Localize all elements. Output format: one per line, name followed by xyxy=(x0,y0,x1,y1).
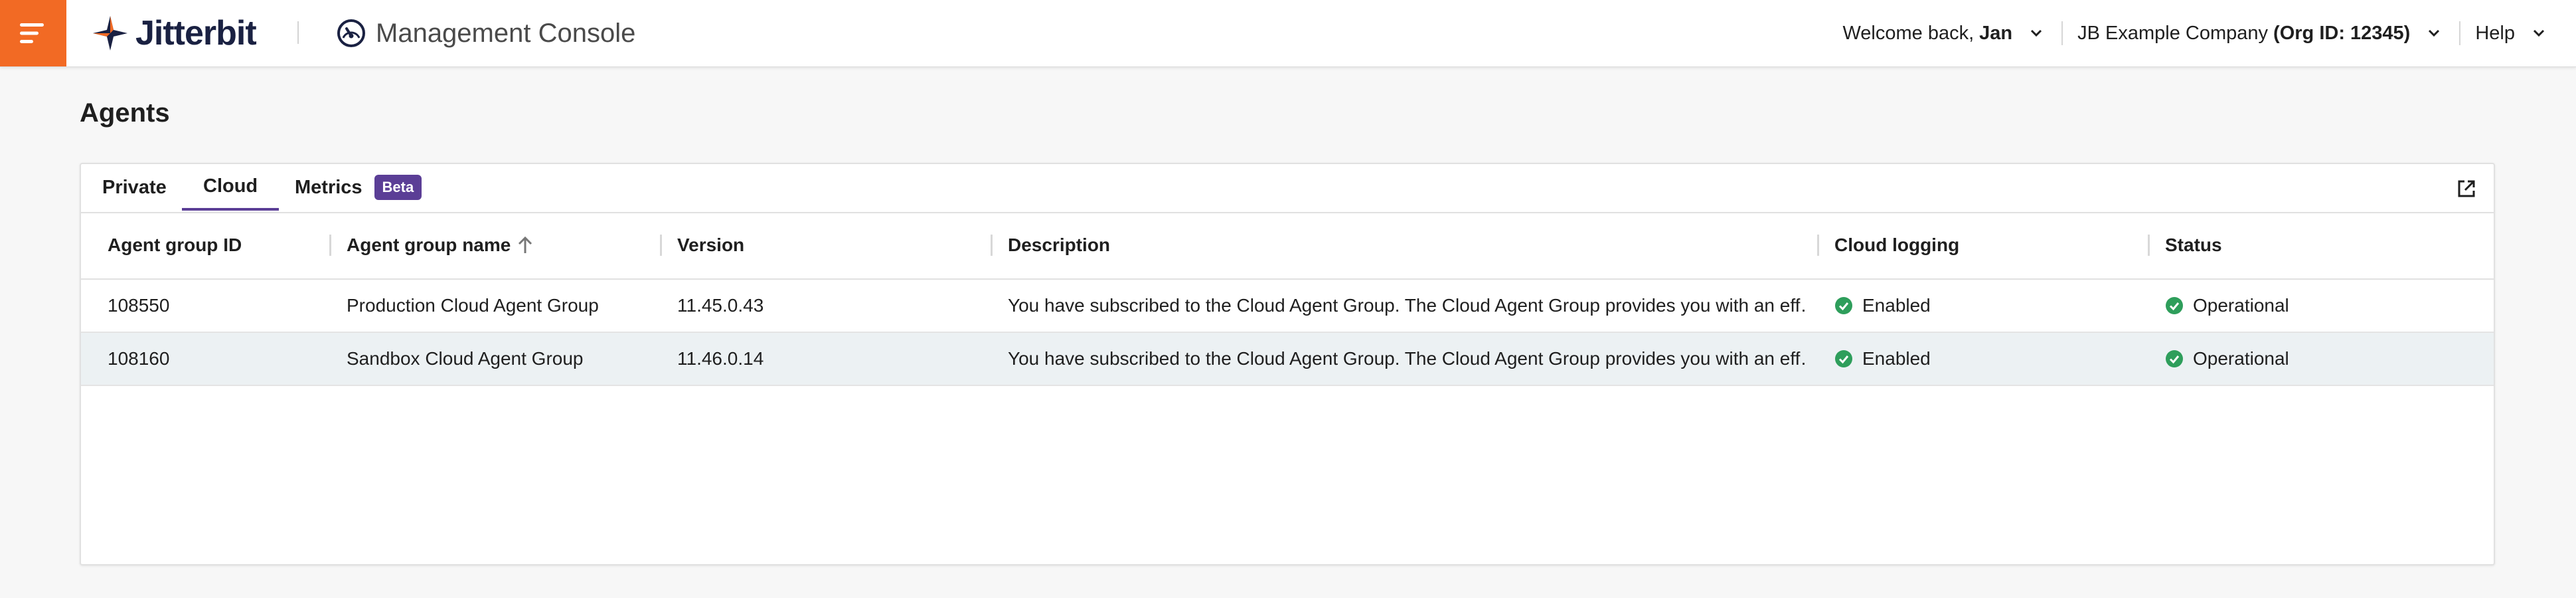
console-title: Management Console xyxy=(376,18,636,48)
sort-arrow-up-icon xyxy=(519,236,532,253)
column-header-version[interactable]: Version xyxy=(677,212,744,278)
cell-agent-group-id: 108160 xyxy=(108,348,170,369)
help-label: Help xyxy=(2475,22,2515,44)
cell-agent-group-name: Production Cloud Agent Group xyxy=(347,295,599,316)
org-menu[interactable]: JB Example Company (Org ID: 12345) xyxy=(2077,23,2445,45)
column-header-label: Cloud logging xyxy=(1834,235,1960,255)
cell-cloud-logging: Enabled xyxy=(1834,333,1931,385)
cloud-logging-value: Enabled xyxy=(1862,295,1931,316)
gauge-icon xyxy=(337,19,365,47)
status-value: Operational xyxy=(2193,348,2289,369)
chevron-down-icon xyxy=(2031,29,2042,37)
tab-private[interactable]: Private xyxy=(102,164,167,211)
column-resize-handle[interactable] xyxy=(1817,235,1819,256)
user-name: Jan xyxy=(1979,22,2013,44)
agents-card: Private Cloud Metrics Beta Agent group I… xyxy=(80,163,2495,565)
column-header-label: Status xyxy=(2165,235,2222,255)
column-resize-handle[interactable] xyxy=(660,235,662,256)
page-title: Agents xyxy=(80,98,170,128)
cell-agent-group-name: Sandbox Cloud Agent Group xyxy=(347,348,584,369)
help-menu[interactable]: Help xyxy=(2475,23,2549,45)
column-resize-handle[interactable] xyxy=(329,235,331,256)
tab-bar: Private Cloud Metrics Beta xyxy=(81,164,2494,213)
tab-cloud[interactable]: Cloud xyxy=(182,164,280,211)
column-resize-handle[interactable] xyxy=(2148,235,2150,256)
header-divider xyxy=(297,21,299,44)
cell-version: 11.46.0.14 xyxy=(677,348,764,369)
open-external-icon[interactable] xyxy=(2456,179,2476,199)
cell-status: Operational xyxy=(2165,280,2289,332)
column-header-description[interactable]: Description xyxy=(1008,212,1110,278)
main-menu-button[interactable] xyxy=(0,0,66,66)
logo-text: Jitterbit xyxy=(135,14,257,52)
check-circle-icon xyxy=(1835,350,1852,367)
chevron-down-icon xyxy=(2533,29,2545,37)
table-row[interactable]: 108160 Sandbox Cloud Agent Group 11.46.0… xyxy=(81,333,2494,386)
jitterbit-logo[interactable]: Jitterbit xyxy=(92,11,257,56)
top-header: Jitterbit Management Console Welcome bac… xyxy=(0,0,2576,67)
cell-version: 11.45.0.43 xyxy=(677,295,764,316)
tab-metrics[interactable]: Metrics Beta xyxy=(295,164,422,211)
column-header-label: Version xyxy=(677,235,745,255)
column-header-agent-group-name[interactable]: Agent group name xyxy=(347,212,533,278)
company-name: JB Example Company xyxy=(2077,22,2269,44)
tab-label: Metrics xyxy=(295,176,362,198)
user-menu[interactable]: Welcome back, Jan xyxy=(1842,23,2047,45)
jitterbit-logo-icon xyxy=(93,16,127,50)
tab-label: Cloud xyxy=(203,175,258,197)
header-separator xyxy=(2061,21,2063,45)
chevron-down-icon xyxy=(2429,29,2440,37)
console-title-area: Management Console xyxy=(336,16,635,50)
cloud-logging-value: Enabled xyxy=(1862,348,1931,369)
welcome-text: Welcome back, xyxy=(1842,22,1974,44)
column-header-status[interactable]: Status xyxy=(2165,212,2222,278)
table-row[interactable]: 108550 Production Cloud Agent Group 11.4… xyxy=(81,280,2494,333)
check-circle-icon xyxy=(2166,350,2183,367)
org-id: (Org ID: 12345) xyxy=(2273,22,2411,44)
column-header-cloud-logging[interactable]: Cloud logging xyxy=(1834,212,1959,278)
beta-badge: Beta xyxy=(374,175,422,200)
cell-description: You have subscribed to the Cloud Agent G… xyxy=(1008,348,1805,369)
column-header-agent-group-id[interactable]: Agent group ID xyxy=(108,212,242,278)
hamburger-icon xyxy=(20,23,44,43)
tab-label: Private xyxy=(102,176,167,198)
check-circle-icon xyxy=(1835,297,1852,314)
column-resize-handle[interactable] xyxy=(991,235,993,256)
column-header-label: Agent group name xyxy=(347,235,511,255)
status-value: Operational xyxy=(2193,295,2289,316)
header-separator xyxy=(2459,21,2461,45)
cell-cloud-logging: Enabled xyxy=(1834,280,1931,332)
check-circle-icon xyxy=(2166,297,2183,314)
table-header: Agent group ID Agent group name Version … xyxy=(81,212,2494,280)
header-right: Welcome back, Jan JB Example Company (Or… xyxy=(1842,0,2549,66)
cell-description: You have subscribed to the Cloud Agent G… xyxy=(1008,295,1805,316)
cell-agent-group-id: 108550 xyxy=(108,295,170,316)
column-header-label: Agent group ID xyxy=(108,235,242,255)
column-header-label: Description xyxy=(1008,235,1111,255)
cell-status: Operational xyxy=(2165,333,2289,385)
